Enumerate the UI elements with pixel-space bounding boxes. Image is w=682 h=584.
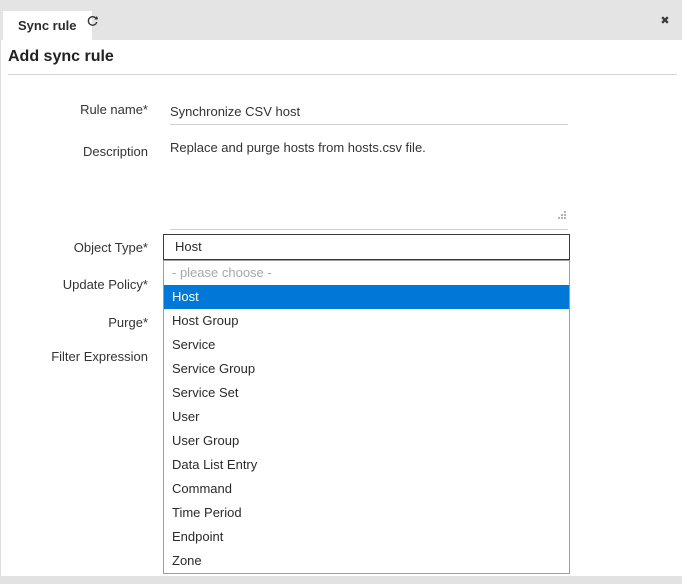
tab-sync-rule-label: Sync rule bbox=[18, 18, 77, 33]
dropdown-option[interactable]: Service bbox=[164, 333, 569, 357]
title-divider bbox=[8, 74, 677, 75]
object-type-select[interactable]: Host bbox=[163, 234, 570, 260]
tab-sync-rule[interactable]: Sync rule bbox=[3, 11, 92, 40]
dropdown-option[interactable]: Endpoint bbox=[164, 525, 569, 549]
update-policy-label: Update Policy* bbox=[0, 277, 148, 292]
dropdown-option[interactable]: Command bbox=[164, 477, 569, 501]
bottom-scrollbar-track[interactable] bbox=[0, 576, 682, 584]
purge-label: Purge* bbox=[0, 315, 148, 330]
sync-rule-window: Sync rule ✖ Add sync rule Rule name* Des… bbox=[0, 0, 682, 584]
description-label: Description bbox=[0, 144, 148, 159]
dropdown-option[interactable]: Data List Entry bbox=[164, 453, 569, 477]
refresh-button[interactable] bbox=[84, 13, 100, 29]
dropdown-option[interactable]: Service Group bbox=[164, 357, 569, 381]
dropdown-option[interactable]: Zone bbox=[164, 549, 569, 573]
refresh-icon bbox=[86, 15, 99, 28]
close-icon[interactable]: ✖ bbox=[655, 12, 675, 30]
dropdown-option[interactable]: User bbox=[164, 405, 569, 429]
rule-name-label: Rule name* bbox=[0, 102, 148, 117]
description-textarea[interactable]: Replace and purge hosts from hosts.csv f… bbox=[170, 136, 568, 230]
dropdown-option[interactable]: Service Set bbox=[164, 381, 569, 405]
rule-name-input[interactable] bbox=[170, 99, 568, 125]
object-type-dropdown: - please choose -HostHost GroupServiceSe… bbox=[163, 260, 570, 574]
left-edge-divider bbox=[0, 40, 1, 576]
page-title: Add sync rule bbox=[8, 48, 114, 66]
dropdown-option[interactable]: User Group bbox=[164, 429, 569, 453]
dropdown-option[interactable]: Time Period bbox=[164, 501, 569, 525]
dropdown-option[interactable]: Host Group bbox=[164, 309, 569, 333]
tab-bar: Sync rule ✖ bbox=[0, 0, 682, 40]
dropdown-option[interactable]: Host bbox=[164, 285, 569, 309]
filter-expression-label: Filter Expression bbox=[0, 349, 148, 364]
object-type-label: Object Type* bbox=[0, 240, 148, 255]
textarea-resize-grip[interactable] bbox=[564, 211, 566, 213]
dropdown-option[interactable]: - please choose - bbox=[164, 261, 569, 285]
